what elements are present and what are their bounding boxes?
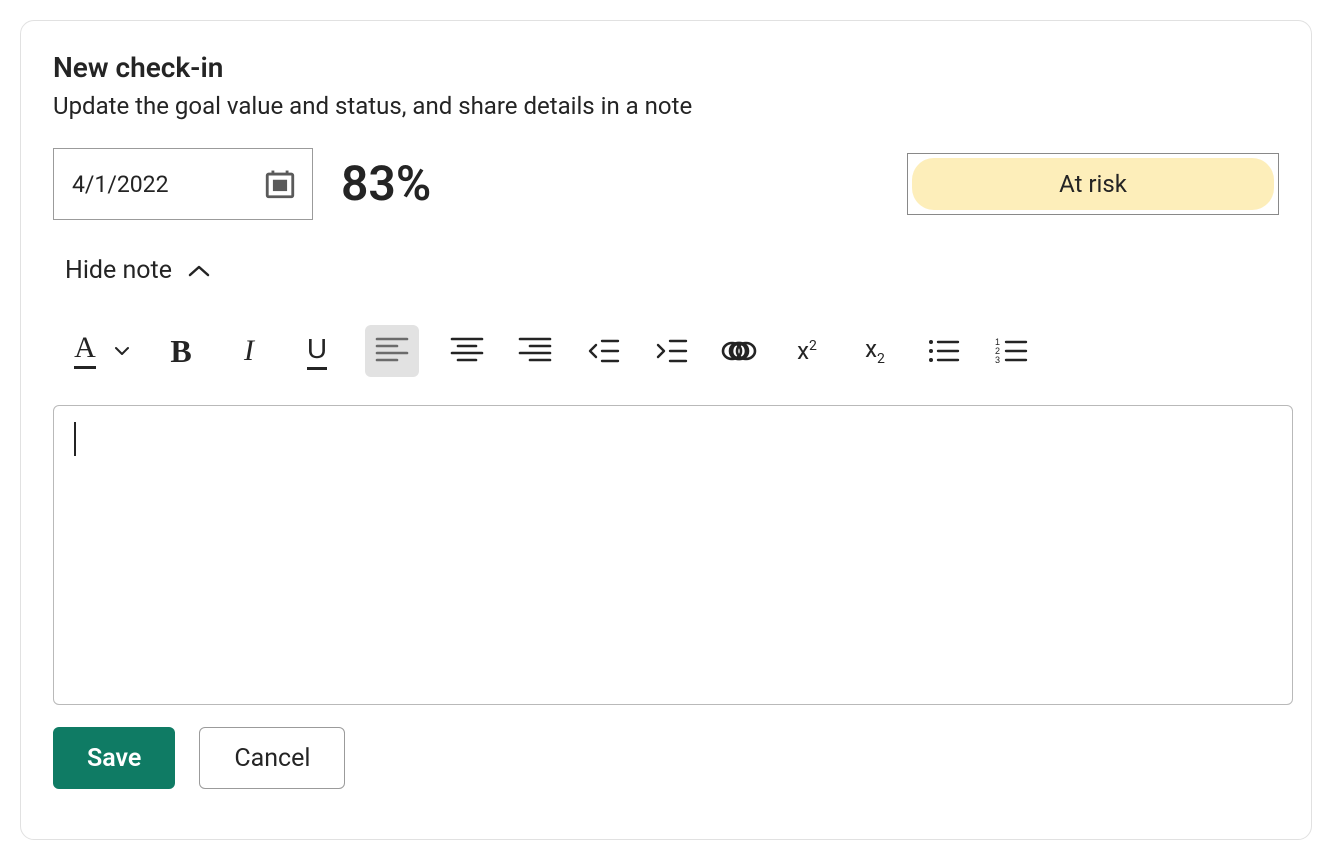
align-center-button[interactable] <box>447 331 487 371</box>
font-color-dropdown[interactable] <box>111 331 133 371</box>
outdent-button[interactable] <box>583 331 623 371</box>
toggle-note-label: Hide note <box>65 256 172 285</box>
font-color-button[interactable]: A <box>65 331 105 371</box>
toggle-note-button[interactable]: Hide note <box>65 256 210 285</box>
bold-button[interactable]: B <box>161 331 201 371</box>
cancel-button[interactable]: Cancel <box>199 727 345 789</box>
editor-toolbar: A B I U <box>65 325 1279 377</box>
subscript-button[interactable]: x2 <box>855 331 895 371</box>
svg-text:3: 3 <box>995 355 1000 365</box>
checkin-card: New check-in Update the goal value and s… <box>20 20 1312 840</box>
action-row: Save Cancel <box>53 727 1279 789</box>
card-subtitle: Update the goal value and status, and sh… <box>53 92 1279 120</box>
goal-value[interactable]: 83% <box>341 160 431 208</box>
indent-button[interactable] <box>651 331 691 371</box>
chevron-up-icon <box>188 264 210 278</box>
save-button[interactable]: Save <box>53 727 175 789</box>
underline-button[interactable]: U <box>297 331 337 371</box>
date-value: 4/1/2022 <box>72 171 169 198</box>
card-title: New check-in <box>53 51 1279 84</box>
note-textarea[interactable] <box>53 405 1293 705</box>
link-button[interactable] <box>719 331 759 371</box>
italic-button[interactable]: I <box>229 331 269 371</box>
calendar-icon[interactable] <box>262 166 298 202</box>
status-select[interactable]: At risk <box>907 153 1279 215</box>
superscript-button[interactable]: x2 <box>787 331 827 371</box>
status-label: At risk <box>1059 170 1127 198</box>
bullet-list-button[interactable] <box>923 331 963 371</box>
chevron-down-icon <box>114 346 130 356</box>
text-caret <box>74 422 76 456</box>
numbered-list-button[interactable]: 1 2 3 <box>991 331 1031 371</box>
date-input[interactable]: 4/1/2022 <box>53 148 313 220</box>
status-pill: At risk <box>912 158 1274 210</box>
align-left-button[interactable] <box>365 325 419 377</box>
align-right-button[interactable] <box>515 331 555 371</box>
values-row: 4/1/2022 83% At risk <box>53 148 1279 220</box>
